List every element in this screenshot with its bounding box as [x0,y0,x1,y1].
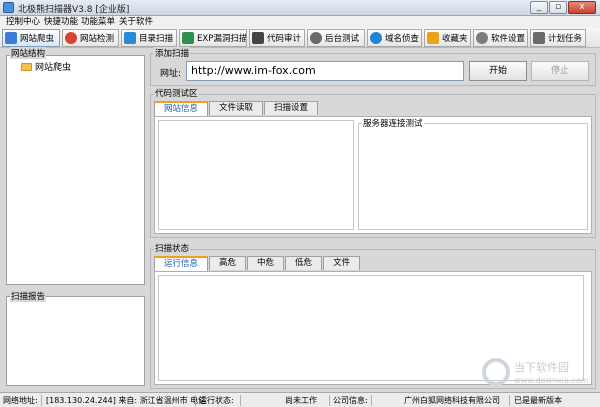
start-button[interactable]: 开始 [469,61,527,81]
tree-item-spider-root[interactable]: 网站爬虫 [21,60,71,73]
toolbar-site-check-button[interactable]: 网站检测 [62,29,119,47]
site-info-textarea[interactable] [158,120,354,230]
toolbar-spider-button[interactable]: 网站爬虫 [2,29,60,47]
target-icon [65,32,77,44]
minimize-button[interactable]: _ [530,1,548,14]
spider-icon [5,32,17,44]
status-site-addr-label: 网络地址: [3,396,38,405]
watermark-name: 当下软件园 [514,360,569,374]
status-run-state: 尚未工作 [285,396,317,405]
app-logo-icon [3,2,14,13]
watermark-logo: 当下软件园 www.downxia.com [482,358,589,386]
tab-low-risk[interactable]: 低危 [285,256,323,270]
url-label: 网址: [160,69,182,79]
star-icon [427,32,439,44]
menu-function-menu[interactable]: 功能菜单 [81,16,115,28]
folder-icon [21,62,32,71]
menu-about-software[interactable]: 关于软件 [119,16,153,28]
url-input[interactable]: http://www.im-fox.com [186,61,464,81]
status-company: 广州白狐网络科技有限公司 [404,396,500,405]
site-structure-label: 网站结构 [10,47,47,59]
exp-icon [182,32,194,44]
tab-file-read[interactable]: 文件读取 [209,101,264,115]
globe-icon [370,32,382,44]
add-scan-label: 添加扫描 [154,47,191,59]
tab-medium-risk[interactable]: 中危 [247,256,285,270]
toolbar-dir-scan-button[interactable]: 目录扫描 [121,29,177,47]
toolbar-settings-button[interactable]: 软件设置 [473,29,528,47]
toolbar-admin-test-button[interactable]: 后台测试 [307,29,365,47]
tab-run-info[interactable]: 运行信息 [154,256,209,271]
toolbar: 网站爬虫 网站检测 目录扫描 EXP漏洞扫描 代码审计 后台测试 域名侦查 收藏… [0,28,600,48]
code-test-tabs: 网站信息 文件读取 扫描设置 [154,101,319,116]
status-company-label: 公司信息: [333,396,368,405]
stop-button: 停止 [531,61,589,81]
send-icon [124,32,136,44]
window-title: 北极熊扫描器V3.8 [企业版] [18,5,130,15]
code-icon [252,32,264,44]
calendar-icon [533,32,545,44]
toolbar-exp-scan-button[interactable]: EXP漏洞扫描 [179,29,247,47]
toolbar-code-audit-button[interactable]: 代码审计 [249,29,305,47]
menu-quick-functions[interactable]: 快捷功能 [44,16,78,28]
title-bar: 北极熊扫描器V3.8 [企业版] _ ▫ x [0,0,600,16]
toolbar-domain-recon-button[interactable]: 域名侦查 [367,29,422,47]
tab-files[interactable]: 文件 [323,256,361,270]
gear-icon [476,32,488,44]
watermark-circle-icon [482,358,510,386]
restore-button[interactable]: ▫ [549,1,567,14]
tab-site-info[interactable]: 网站信息 [154,101,209,116]
gauge-icon [310,32,322,44]
menu-control-center[interactable]: 控制中心 [6,16,40,28]
status-version-state: 已是最新版本 [514,396,562,405]
menu-bar: 控制中心 快捷功能 功能菜单 关于软件 [0,16,600,28]
scan-report-panel [6,296,145,386]
scan-report-label: 扫描报告 [10,290,47,302]
tab-scan-settings[interactable]: 扫描设置 [264,101,319,115]
site-structure-tree[interactable]: 网站爬虫 [6,55,145,285]
code-test-label: 代码测试区 [154,87,199,99]
tab-high-risk[interactable]: 高危 [209,256,247,270]
status-bar: 网络地址: [183.130.24.244] 来自: 浙江省温州市 电信 运行状… [0,392,600,407]
scan-status-tabs: 运行信息 高危 中危 低危 文件 [154,256,361,271]
close-button[interactable]: x [568,1,596,14]
toolbar-favorites-button[interactable]: 收藏夹 [424,29,471,47]
watermark-url: www.downxia.com [514,376,589,385]
server-test-label: 服务器连接测试 [362,117,424,129]
status-ip-origin: [183.130.24.244] 来自: 浙江省温州市 电信 [46,396,207,405]
server-test-group [358,123,588,230]
status-run-state-label: 运行状态: [199,396,234,405]
scan-status-label: 扫描状态 [154,242,191,254]
toolbar-scheduled-tasks-button[interactable]: 计划任务 [530,29,586,47]
